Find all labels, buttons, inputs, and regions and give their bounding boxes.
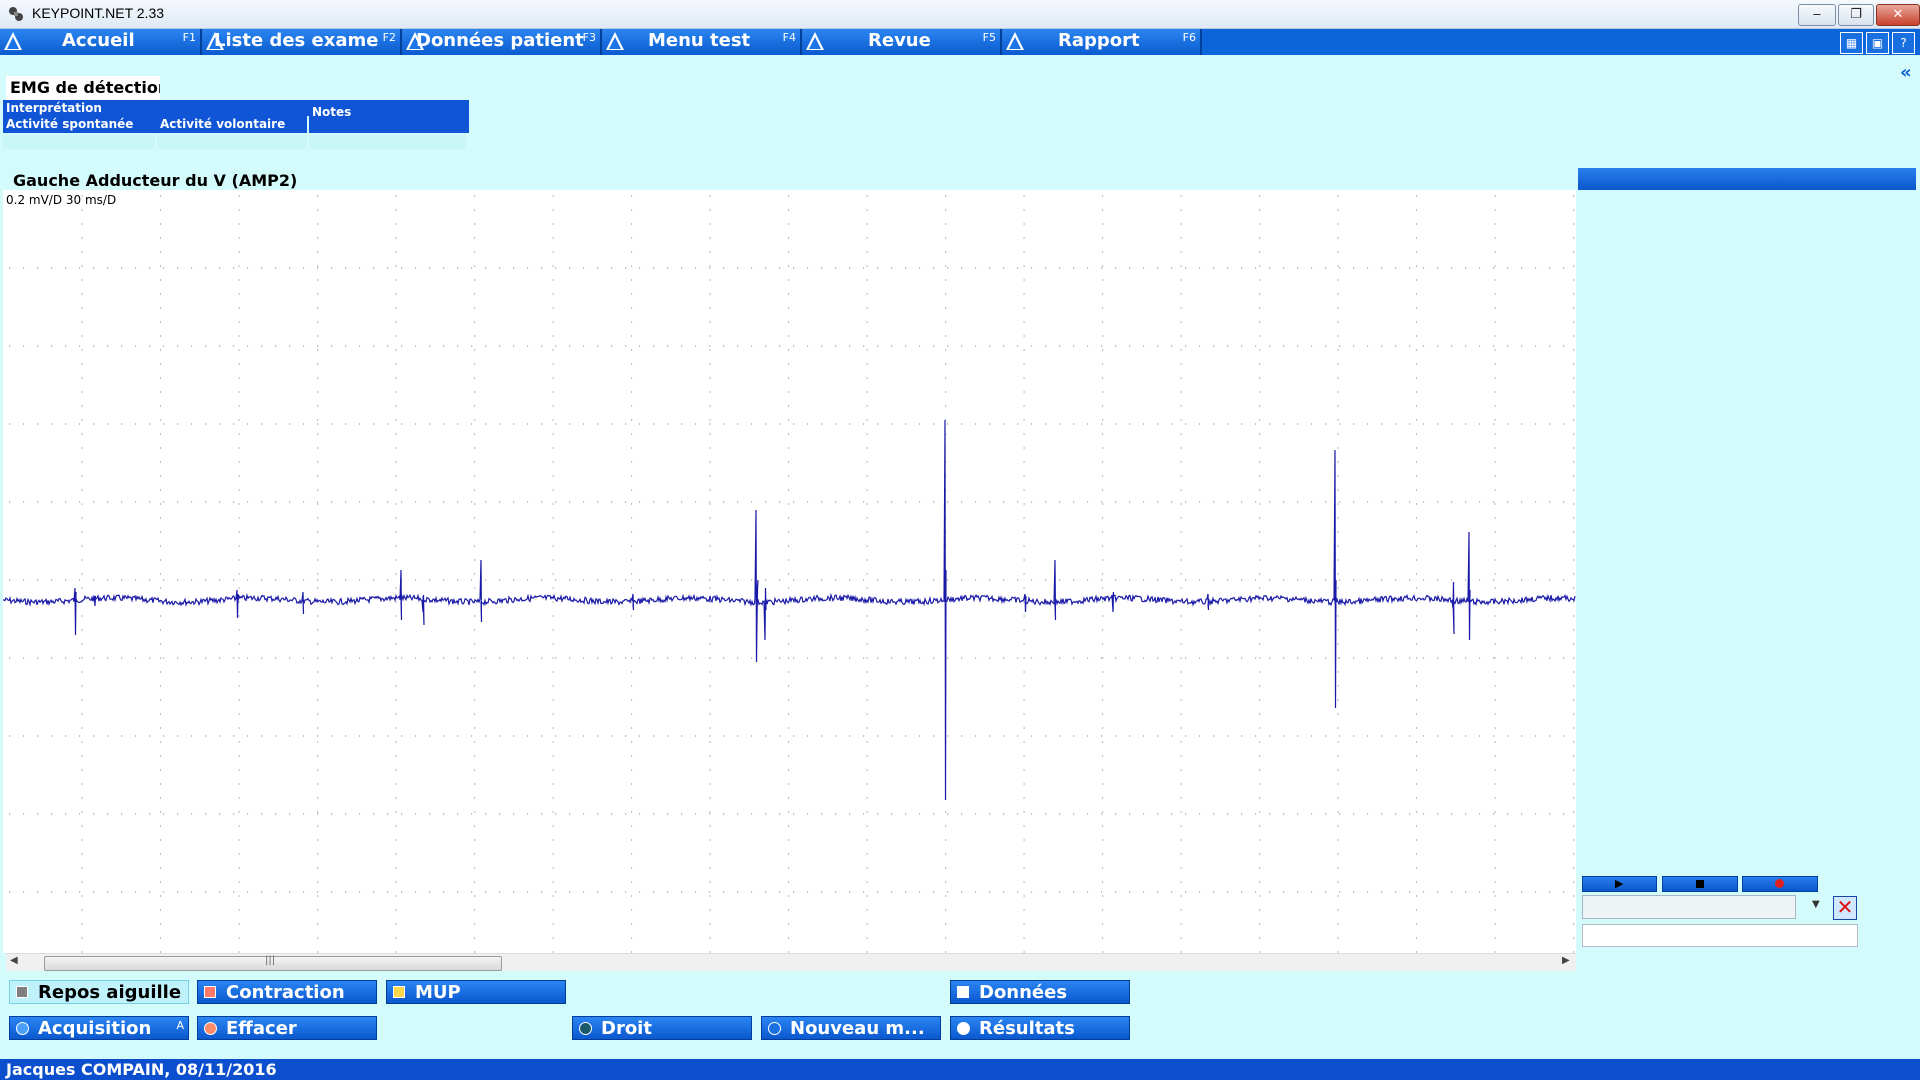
resultats-button[interactable]: Résultats bbox=[950, 1016, 1130, 1040]
droit-button[interactable]: Droit bbox=[572, 1016, 752, 1040]
repos-aiguille-button[interactable]: Repos aiguille bbox=[9, 980, 189, 1004]
tab-shortcut: F1 bbox=[182, 31, 196, 44]
tab-menu-test[interactable]: Menu test F4 bbox=[602, 29, 802, 55]
close-button[interactable]: ✕ bbox=[1876, 4, 1920, 26]
layout-icon[interactable]: ▦ bbox=[1840, 32, 1863, 54]
graph-title: Gauche Adducteur du V (AMP2) bbox=[13, 171, 298, 190]
button-label: Droit bbox=[601, 1018, 652, 1039]
scroll-left-icon[interactable]: ◀ bbox=[10, 955, 18, 966]
graph-header: Gauche Adducteur du V (AMP2) bbox=[6, 168, 1576, 192]
play-button[interactable]: ▶ bbox=[1582, 876, 1657, 892]
button-label: Résultats bbox=[979, 1018, 1075, 1039]
emg-waveform bbox=[3, 419, 1576, 801]
tab-label: Revue bbox=[868, 30, 931, 51]
grip-icon: ||| bbox=[265, 955, 276, 966]
button-label: Repos aiguille bbox=[38, 982, 182, 1003]
tab-label: Menu test bbox=[648, 30, 751, 51]
emg-trace-area[interactable] bbox=[3, 190, 1576, 953]
stop-icon bbox=[1696, 880, 1704, 888]
emg-trace bbox=[3, 195, 1576, 953]
print-icon[interactable]: ▣ bbox=[1866, 32, 1889, 54]
voluntary-activity-header[interactable]: Activité volontaire bbox=[157, 116, 307, 133]
delete-icon[interactable]: ✕ bbox=[1833, 896, 1857, 920]
scale-label: 0.2 mV/D 30 ms/D bbox=[6, 193, 117, 207]
mup-button[interactable]: MUP bbox=[386, 980, 566, 1004]
horizontal-scrollbar[interactable]: ◀ ||| ▶ bbox=[6, 953, 1576, 971]
tab-accueil[interactable]: Accueil F1 bbox=[0, 29, 202, 55]
minimize-button[interactable]: ‒ bbox=[1798, 4, 1836, 26]
button-label: Acquisition bbox=[38, 1018, 152, 1039]
tab-label: Rapport bbox=[1058, 30, 1140, 51]
chevron-down-icon[interactable]: ▼ bbox=[1812, 899, 1820, 910]
circle-marker-icon bbox=[579, 1022, 592, 1035]
circle-marker-icon bbox=[204, 1022, 217, 1035]
nouveau-button[interactable]: Nouveau m... bbox=[761, 1016, 941, 1040]
tab-rapport[interactable]: Rapport F6 bbox=[1002, 29, 1202, 55]
donnees-button[interactable]: Données bbox=[950, 980, 1130, 1004]
play-icon: ▶ bbox=[1615, 877, 1624, 890]
square-marker-icon bbox=[957, 986, 969, 998]
tab-label: Liste des exame... bbox=[214, 30, 378, 51]
effacer-button[interactable]: Effacer bbox=[197, 1016, 377, 1040]
right-panel-header bbox=[1578, 168, 1916, 190]
button-label: Contraction bbox=[226, 982, 345, 1003]
record-button[interactable] bbox=[1742, 876, 1818, 892]
tab-shortcut: F3 bbox=[582, 31, 596, 44]
circle-marker-icon bbox=[16, 1022, 29, 1035]
grid-dots bbox=[9, 195, 1575, 953]
record-icon bbox=[1775, 879, 1784, 888]
spontaneous-activity-cell[interactable] bbox=[3, 135, 155, 149]
tab-shortcut: F5 bbox=[982, 31, 996, 44]
restore-button[interactable]: ❐ bbox=[1838, 4, 1874, 26]
tab-shortcut: F4 bbox=[782, 31, 796, 44]
button-label: Données bbox=[979, 982, 1068, 1003]
button-label: MUP bbox=[415, 982, 461, 1003]
scroll-thumb[interactable]: ||| bbox=[44, 955, 502, 971]
spontaneous-activity-header[interactable]: Activité spontanée bbox=[3, 116, 158, 133]
title-bar: KEYPOINT.NET 2.33 ‒ ❐ ✕ bbox=[0, 0, 1920, 29]
help-icon[interactable]: ? bbox=[1892, 32, 1915, 54]
triangle-icon bbox=[606, 32, 624, 50]
scroll-right-icon[interactable]: ▶ bbox=[1562, 955, 1570, 966]
contraction-button[interactable]: Contraction bbox=[197, 980, 377, 1004]
triangle-icon bbox=[806, 32, 824, 50]
status-text: Jacques COMPAIN, 08/11/2016 bbox=[6, 1060, 277, 1079]
stop-button[interactable] bbox=[1662, 876, 1738, 892]
button-shortcut: A bbox=[176, 1019, 184, 1032]
tab-shortcut: F2 bbox=[382, 31, 396, 44]
notes-cell[interactable] bbox=[309, 135, 466, 149]
app-logo-icon bbox=[9, 7, 23, 21]
notes-header[interactable]: Notes bbox=[309, 100, 469, 133]
triangle-icon bbox=[1006, 32, 1024, 50]
window-title: KEYPOINT.NET 2.33 bbox=[32, 5, 165, 21]
button-label: Nouveau m... bbox=[790, 1018, 925, 1039]
triangle-icon bbox=[4, 32, 22, 50]
tab-revue[interactable]: Revue F5 bbox=[802, 29, 1002, 55]
collapse-panel-icon[interactable]: « bbox=[1900, 64, 1918, 82]
acquisition-button[interactable]: Acquisition A bbox=[9, 1016, 189, 1040]
square-marker-icon bbox=[393, 986, 405, 998]
circle-marker-icon bbox=[768, 1022, 781, 1035]
tab-label: Accueil bbox=[62, 30, 135, 51]
square-marker-icon bbox=[204, 986, 216, 998]
voluntary-activity-cell[interactable] bbox=[157, 135, 307, 149]
mode-dropdown[interactable] bbox=[1582, 895, 1796, 919]
interpretation-header: Interprétation bbox=[3, 100, 309, 116]
circle-marker-icon bbox=[957, 1022, 970, 1035]
button-label: Effacer bbox=[226, 1018, 297, 1039]
status-bar: Jacques COMPAIN, 08/11/2016 bbox=[0, 1059, 1920, 1080]
square-marker-icon bbox=[16, 986, 28, 998]
tab-liste-examens[interactable]: Liste des exame... F2 bbox=[202, 29, 402, 55]
tab-shortcut: F6 bbox=[1182, 31, 1196, 44]
comment-input[interactable] bbox=[1582, 924, 1858, 947]
tab-donnees-patient[interactable]: Données patient F3 bbox=[402, 29, 602, 55]
tab-label: Données patient bbox=[416, 30, 584, 51]
exam-title: EMG de détection bbox=[6, 76, 160, 100]
tab-bar: Accueil F1 Liste des exame... F2 Données… bbox=[0, 29, 1920, 55]
